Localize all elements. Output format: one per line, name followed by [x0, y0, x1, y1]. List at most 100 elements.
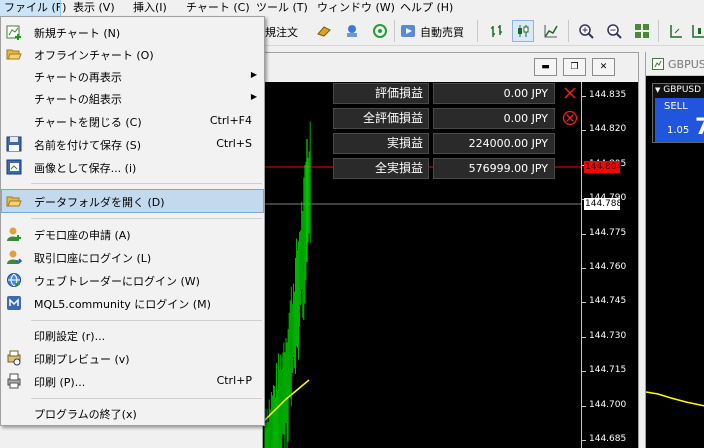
tile-windows-icon[interactable] — [632, 21, 652, 41]
price-line-badge-white: 144.788 — [584, 198, 623, 210]
menu-chart[interactable]: チャート (C) — [186, 0, 250, 16]
second-window-titlebar: GBPUS — [646, 52, 704, 76]
menu-item-open-demo-account[interactable]: デモ口座の申請 (A) — [2, 223, 263, 245]
menu-item-print-setup[interactable]: 印刷設定 (r)... — [2, 324, 263, 346]
price-tick — [582, 302, 586, 304]
price-tick-label: 144.820 — [589, 124, 627, 135]
menu-item-shortcut: Ctrl+F4 — [209, 114, 252, 127]
menu-tools[interactable]: ツール (T) — [256, 0, 308, 16]
web-trader-icon — [5, 271, 23, 289]
pnl-value: 0.00 JPY — [433, 108, 555, 129]
restore-button[interactable]: ❐ — [563, 58, 586, 76]
auto-trade-button[interactable]: 自動売買 — [420, 24, 464, 40]
second-window-title: GBPUS — [668, 58, 704, 71]
menu-item-print-preview[interactable]: 印刷プレビュー (v) — [2, 347, 263, 369]
zoom-out-icon[interactable] — [604, 21, 624, 41]
close-button[interactable]: ✕ — [592, 58, 615, 76]
menu-item-label: 印刷プレビュー (v) — [34, 353, 130, 366]
folder-icon — [5, 192, 23, 210]
price-tick-label: 144.760 — [589, 262, 627, 272]
autoscroll-icon[interactable] — [688, 21, 704, 41]
price-tick — [582, 371, 586, 373]
save-image-icon — [5, 158, 23, 176]
chart-shift-icon[interactable] — [666, 21, 686, 41]
menubar: ファイル (F) 表示 (V) 挿入(I) チャート (C) ツール (T) ウ… — [0, 0, 704, 17]
menu-item-label: 新規チャート (N) — [34, 27, 121, 40]
pnl-label: 実損益 — [333, 133, 429, 154]
print-preview-icon — [5, 349, 23, 367]
minimize-button[interactable]: ▬ — [534, 58, 557, 76]
price-tick-label: 144.745 — [589, 296, 627, 307]
price-axis: 144.835144.820144.805144.790144.775144.7… — [581, 82, 638, 448]
print-icon — [5, 372, 23, 390]
menu-file[interactable]: ファイル (F) — [0, 0, 66, 17]
menu-item-exit[interactable]: プログラムの終了(x) — [2, 402, 263, 424]
pnl-value: 0.00 JPY — [433, 83, 555, 104]
menu-item-label: 画像として保存... (i) — [34, 162, 137, 175]
menu-item-label: 印刷 (P)... — [34, 376, 86, 389]
menu-item-print[interactable]: 印刷 (P)... Ctrl+P — [2, 370, 263, 392]
toolbar-separator — [658, 20, 659, 42]
menu-separator — [31, 320, 262, 321]
menu-item-label: ウェブトレーダーにログイン (W) — [34, 275, 200, 288]
price-tick — [582, 336, 586, 338]
demo-account-icon — [5, 225, 23, 243]
pnl-label: 全評価損益 — [333, 108, 429, 129]
price-tick — [582, 233, 586, 235]
pnl-label: 評価損益 — [333, 83, 429, 104]
menu-separator — [31, 218, 262, 219]
menu-item-reopen-chart[interactable]: チャートの再表示 ▶ — [2, 65, 263, 87]
menu-item-save-as-picture[interactable]: 画像として保存... (i) — [2, 156, 263, 178]
menu-item-open-data-folder[interactable]: データフォルダを開く (D) — [1, 189, 264, 213]
price-line-badge-red: 144.804 — [584, 161, 623, 173]
chart-window-icon — [652, 58, 664, 73]
menu-item-save-as[interactable]: 名前を付けて保存 (S) Ctrl+S — [2, 133, 263, 155]
close-all-circle-icon[interactable] — [560, 108, 580, 129]
menu-item-login-trade-account[interactable]: 取引口座にログイン (L) — [2, 246, 263, 268]
menu-item-close-chart[interactable]: チャートを閉じる (C) Ctrl+F4 — [2, 110, 263, 132]
menu-view[interactable]: 表示 (V) — [73, 0, 115, 16]
second-chart-ma-line — [646, 391, 704, 407]
auto-trade-icon — [398, 21, 418, 41]
menu-item-login-mql5[interactable]: MQL5.community にログイン (M) — [2, 292, 263, 314]
menu-item-label: チャートの組表示 — [34, 93, 122, 106]
close-x-icon[interactable] — [560, 83, 580, 104]
price-tick-label: 144.685 — [589, 434, 627, 444]
pnl-value: 224000.00 JPY — [433, 133, 555, 154]
menu-item-profiles[interactable]: チャートの組表示 ▶ — [2, 87, 263, 109]
signal-icon[interactable] — [370, 21, 390, 41]
menu-separator — [31, 398, 262, 399]
menu-item-label: プログラムの終了(x) — [34, 408, 137, 421]
price-tick — [582, 96, 586, 97]
price-tick — [582, 405, 586, 407]
line-chart-icon[interactable] — [541, 21, 561, 41]
menu-separator — [31, 183, 262, 184]
bar-chart-icon[interactable] — [487, 21, 507, 41]
menu-item-label: 印刷設定 (r)... — [34, 330, 106, 343]
submenu-arrow-icon: ▶ — [250, 92, 257, 101]
candlestick-icon[interactable] — [512, 20, 534, 42]
menu-window[interactable]: ウィンドウ (W) — [317, 0, 395, 16]
menu-item-shortcut: Ctrl+S — [216, 137, 252, 150]
submenu-arrow-icon: ▶ — [250, 70, 257, 79]
menu-item-new-chart[interactable]: 新規チャート (N) — [2, 21, 263, 43]
pnl-label: 全実損益 — [333, 158, 429, 179]
menu-item-label: デモ口座の申請 (A) — [34, 229, 131, 242]
navigator-icon[interactable] — [342, 21, 362, 41]
metaeditor-icon[interactable] — [314, 21, 334, 41]
menu-item-login-web-trader[interactable]: ウェブトレーダーにログイン (W) — [2, 269, 263, 291]
menu-item-label: オフラインチャート (O) — [34, 49, 154, 62]
menu-help[interactable]: ヘルプ (H) — [400, 0, 453, 16]
pnl-value: 576999.00 JPY — [433, 158, 555, 179]
new-order-button[interactable]: 規注文 — [265, 24, 298, 40]
menu-item-label: 取引口座にログイン (L) — [34, 252, 152, 265]
price-tick-label: 144.715 — [589, 365, 627, 376]
price-tick — [582, 440, 586, 441]
save-icon — [5, 135, 23, 153]
zoom-in-icon[interactable] — [576, 21, 596, 41]
menu-item-label: チャートの再表示 — [34, 71, 122, 84]
menu-item-label: データフォルダを開く (D) — [34, 196, 165, 209]
menu-insert[interactable]: 挿入(I) — [133, 0, 167, 16]
menu-item-offline-chart[interactable]: オフラインチャート (O) — [2, 43, 263, 65]
menu-item-shortcut: Ctrl+P — [216, 374, 252, 387]
